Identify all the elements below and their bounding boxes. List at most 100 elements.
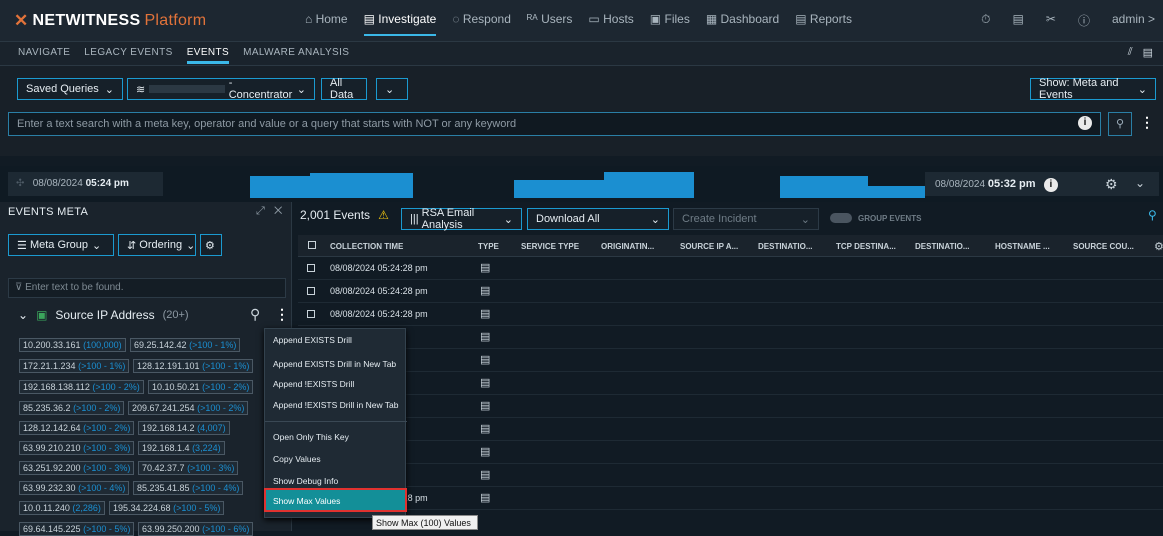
document-icon[interactable]: ▤ xyxy=(480,376,490,389)
chart-icon[interactable]: ⫽ xyxy=(1128,46,1133,59)
help-icon[interactable]: ⓘ xyxy=(1078,12,1090,29)
meta-value-chip[interactable]: 69.25.142.42 (>100 - 1%) xyxy=(130,338,241,352)
tab-malware-analysis[interactable]: MALWARE ANALYSIS xyxy=(243,47,349,64)
table-row[interactable]: 3 pm▤ xyxy=(298,349,1163,372)
show-meta-events-select[interactable]: Show: Meta and Events ⌄ xyxy=(1030,77,1156,101)
document-icon[interactable]: ▤ xyxy=(480,353,490,366)
col-service-type[interactable]: SERVICE TYPE xyxy=(521,242,579,251)
ordering-button[interactable]: ⇵ Ordering ⌄ xyxy=(118,234,196,256)
meta-value-chip[interactable]: 69.64.145.225 (>100 - 5%) xyxy=(19,522,135,536)
meta-value-chip[interactable]: 10.10.50.21 (>100 - 2%) xyxy=(148,380,254,394)
time-range-dropdown[interactable]: ⌄ xyxy=(376,78,408,100)
meta-value-chip[interactable]: 63.99.250.200 (>100 - 6%) xyxy=(138,522,254,536)
meta-key-menu-icon[interactable]: ⋮ xyxy=(275,306,289,323)
col-destination-2[interactable]: DESTINATIO... xyxy=(915,242,970,251)
menu-open-only-this-key[interactable]: Open Only This Key xyxy=(273,432,349,442)
query-options-icon[interactable]: ⋮ xyxy=(1140,114,1154,131)
table-row[interactable]: 3 pm▤ xyxy=(298,372,1163,395)
table-row[interactable]: 3 pm▤ xyxy=(298,441,1163,464)
table-row[interactable]: 08/08/2024 05:24:28 pm▤ xyxy=(298,257,1163,280)
gear-icon[interactable]: ⚙ xyxy=(1105,176,1118,193)
close-icon[interactable]: ✕ xyxy=(274,205,282,217)
document-icon[interactable]: ▤ xyxy=(480,399,490,412)
document-icon[interactable]: ▤ xyxy=(480,468,490,481)
timer-icon[interactable]: ⏱ xyxy=(981,12,990,29)
row-checkbox[interactable] xyxy=(307,310,315,318)
document-icon[interactable]: ▤ xyxy=(480,284,490,297)
download-select[interactable]: Download All ⌄ xyxy=(527,208,669,230)
document-icon[interactable]: ▤ xyxy=(480,307,490,320)
col-collection-time[interactable]: COLLECTION TIME xyxy=(330,242,403,251)
menu-copy-values[interactable]: Copy Values xyxy=(273,454,321,464)
meta-value-chip[interactable]: 10.200.33.161 (100,000) xyxy=(19,338,126,352)
menu-show-max-values[interactable]: Show Max Values xyxy=(264,488,407,512)
nav-reports[interactable]: ▤ Reports xyxy=(795,12,852,36)
search-icon[interactable]: ⚲ xyxy=(250,306,260,323)
menu-append-not-exists-drill-new-tab[interactable]: Append !EXISTS Drill in New Tab xyxy=(273,400,399,410)
meta-value-chip[interactable]: 85.235.41.85 (>100 - 4%) xyxy=(133,481,244,495)
timeline-start[interactable]: ✣ 08/08/2024 05:24 pm xyxy=(8,172,163,196)
meta-value-chip[interactable]: 63.99.210.210 (>100 - 3%) xyxy=(19,441,135,455)
meta-value-chip[interactable]: 128.12.191.101 (>100 - 1%) xyxy=(133,359,254,373)
query-button[interactable]: ⚲ xyxy=(1108,112,1132,136)
meta-value-chip[interactable]: 128.12.142.64 (>100 - 2%) xyxy=(19,421,135,435)
meta-key-header[interactable]: ⌄ ▣ Source IP Address (20+) xyxy=(18,308,189,322)
row-checkbox[interactable] xyxy=(307,287,315,295)
nav-investigate[interactable]: ▤ Investigate xyxy=(363,12,437,36)
col-hostname[interactable]: HOSTNAME ... xyxy=(995,242,1050,251)
nav-home[interactable]: ⌂ Home xyxy=(305,12,348,36)
menu-append-not-exists-drill[interactable]: Append !EXISTS Drill xyxy=(273,379,354,389)
document-icon[interactable]: ▤ xyxy=(480,330,490,343)
menu-append-exists-drill-new-tab[interactable]: Append EXISTS Drill in New Tab xyxy=(273,359,396,369)
analysis-select[interactable]: ||| RSA Email Analysis ⌄ xyxy=(401,207,522,231)
document-icon[interactable]: ▤ xyxy=(480,445,490,458)
info-icon[interactable]: i xyxy=(1043,178,1058,192)
nav-users[interactable]: ᴿᴬ Users xyxy=(527,12,573,36)
document-icon[interactable]: ▤ xyxy=(480,491,490,504)
meta-value-chip[interactable]: 70.42.37.7 (>100 - 3%) xyxy=(138,461,239,475)
table-row[interactable]: 3 pm▤ xyxy=(298,326,1163,349)
meta-value-chip[interactable]: 192.168.1.4 (3,224) xyxy=(138,441,225,455)
col-originating[interactable]: ORIGINATIN... xyxy=(601,242,654,251)
logo[interactable]: ✕ NETWITNESS Platform xyxy=(14,11,206,31)
table-row[interactable]: 08/08/2024 05:24:28 pm▤ xyxy=(298,303,1163,326)
meta-value-chip[interactable]: 10.0.11.240 (2,286) xyxy=(19,501,105,515)
meta-value-chip[interactable]: 195.34.224.68 (>100 - 5%) xyxy=(109,501,225,515)
meta-value-chip[interactable]: 209.67.241.254 (>100 - 2%) xyxy=(128,401,249,415)
tools-icon[interactable]: ✂ xyxy=(1046,12,1056,29)
col-type[interactable]: TYPE xyxy=(478,242,499,251)
drag-handle-icon[interactable]: ✣ xyxy=(16,178,24,189)
saved-queries-button[interactable]: Saved Queries ⌄ xyxy=(17,78,123,100)
meta-value-chip[interactable]: 192.168.138.112 (>100 - 2%) xyxy=(19,380,144,394)
col-destination[interactable]: DESTINATIO... xyxy=(758,242,813,251)
meta-settings-button[interactable]: ⚙ xyxy=(200,234,222,256)
user-menu[interactable]: admin > xyxy=(1112,12,1155,29)
table-row[interactable]: 3 pm▤ xyxy=(298,395,1163,418)
gear-icon[interactable]: ⚙ xyxy=(1154,240,1163,253)
col-source-country[interactable]: SOURCE COU... xyxy=(1073,242,1134,251)
menu-show-debug-info[interactable]: Show Debug Info xyxy=(273,476,338,486)
nav-dashboard[interactable]: ▦ Dashboard xyxy=(706,12,779,36)
info-icon[interactable]: i xyxy=(1078,116,1092,130)
nav-hosts[interactable]: ▭ Hosts xyxy=(588,12,633,36)
panel-icon[interactable]: ▤ xyxy=(1143,46,1153,59)
col-tcp-destination[interactable]: TCP DESTINA... xyxy=(836,242,896,251)
col-source-ip[interactable]: SOURCE IP A... xyxy=(680,242,738,251)
tab-events[interactable]: EVENTS xyxy=(186,47,230,64)
tab-legacy-events[interactable]: LEGACY EVENTS xyxy=(84,47,172,64)
table-row[interactable]: 3 pm▤ xyxy=(298,418,1163,441)
document-icon[interactable]: ▤ xyxy=(480,261,490,274)
toggle-switch[interactable] xyxy=(830,213,852,223)
document-icon[interactable]: ▤ xyxy=(480,422,490,435)
notes-icon[interactable]: ▤ xyxy=(1013,12,1024,29)
tab-navigate[interactable]: NAVIGATE xyxy=(18,47,70,64)
nav-files[interactable]: ▣ Files xyxy=(650,12,690,36)
chevron-down-icon[interactable]: ⌄ xyxy=(18,308,28,322)
meta-value-chip[interactable]: 63.251.92.200 (>100 - 3%) xyxy=(19,461,135,475)
meta-value-chip[interactable]: 192.168.14.2 (4,007) xyxy=(138,421,230,435)
create-incident-select[interactable]: Create Incident ⌄ xyxy=(673,208,819,230)
chevron-down-icon[interactable]: ⌄ xyxy=(1135,176,1145,190)
table-row[interactable]: 08/08/2024 05:24:28 pm▤ xyxy=(298,487,1163,510)
row-checkbox[interactable] xyxy=(307,264,315,272)
menu-append-exists-drill[interactable]: Append EXISTS Drill xyxy=(273,335,352,345)
